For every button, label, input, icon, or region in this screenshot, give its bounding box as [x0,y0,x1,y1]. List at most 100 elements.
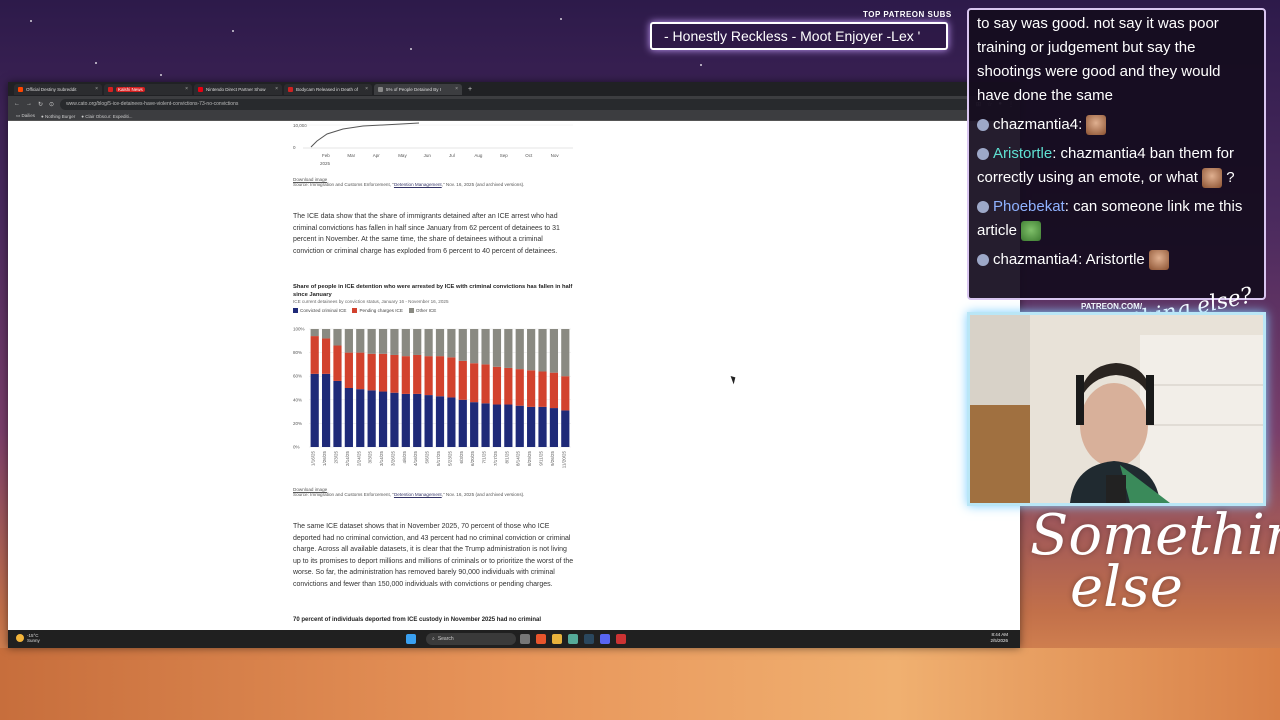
bar-segment-pending-charges-ice [481,364,490,404]
chat-badge-icon [977,148,989,161]
bar-segment-other-ice [401,329,410,357]
bar-segment-pending-charges-ice [435,356,445,397]
new-tab-icon[interactable]: + [468,86,472,93]
bar-segment-other-ice [549,329,559,373]
bar-segment-convicted-criminal-ice [390,392,399,447]
chat-text: Aristortle [1085,251,1149,268]
year-label: 2025 [320,161,331,166]
reload-icon[interactable]: ↻ [38,101,43,108]
bar-segment-other-ice [561,329,570,377]
x-tick-label: 3/26/25 [390,451,395,467]
weather-widget[interactable]: -15°C Sunny [16,633,40,643]
bar-segment-pending-charges-ice [401,356,410,394]
weather-sun-icon [16,634,24,642]
chat-username[interactable]: Phoebekat [993,198,1065,215]
windows-start-icon[interactable] [406,634,416,644]
bar-segment-other-ice [367,329,376,354]
taskbar-search[interactable]: ⌕ Search [426,633,516,645]
windows-taskbar: -15°C Sunny ⌕ Search 8:44 AM 2/5/2026 [8,630,1020,648]
tab-close-icon[interactable]: × [185,86,188,92]
chart-2-legend: Convicted criminal ICE Pending charges IC… [293,308,575,314]
bar-segment-convicted-criminal-ice [378,391,388,447]
chart-2-footer: Download image Source: Immigration and C… [293,487,583,498]
tab-favicon-icon [198,86,203,92]
system-clock[interactable]: 8:44 AM 2/5/2026 [990,632,1008,644]
x-tick-label: 7/17/25 [493,451,498,467]
browser-tab[interactable]: 5% of People Detained By I × [374,83,462,95]
bar-segment-convicted-criminal-ice [458,399,467,447]
bar-segment-other-ice [424,329,433,357]
bar-segment-pending-charges-ice [515,369,524,406]
bar-segment-other-ice [310,329,319,337]
y-label-10000: 10,000 [293,123,307,128]
paragraph-2: The same ICE dataset shows that in Novem… [293,523,574,588]
bar-segment-pending-charges-ice [356,352,365,390]
source-link-2[interactable]: Detention Management [394,492,442,497]
legend-item: Other ICE [408,308,436,314]
task-view-icon[interactable] [520,634,530,644]
site-info-icon[interactable]: ⊙ [49,101,54,108]
bar-segment-convicted-criminal-ice [321,373,331,447]
month-tick-label: May [398,153,407,158]
month-tick-label: Mar [347,153,355,158]
bar-segment-convicted-criminal-ice [515,405,524,447]
x-tick-label: 1/26/25 [322,451,327,467]
steam-icon[interactable] [584,634,594,644]
legend-swatch [408,308,414,314]
bar-segment-convicted-criminal-ice [561,410,570,447]
month-tick-label: Jul [449,153,455,158]
back-icon[interactable]: ← [14,101,20,107]
bar-segment-other-ice [413,329,422,355]
chat-message: chazmantia4: [977,113,1256,137]
discord-icon[interactable] [600,634,610,644]
tab-label: 5% of People Detained By I [386,86,442,92]
chat-username[interactable]: chazmantia4 [993,116,1078,133]
tab-bar: Official Destiny Subreddit × Kalshi News × N… [8,82,1020,96]
bar-segment-convicted-criminal-ice [344,388,353,447]
bar-segment-convicted-criminal-ice [527,406,536,447]
file-explorer-icon[interactable] [552,634,562,644]
bar-segment-other-ice [321,329,331,339]
bar-segment-convicted-criminal-ice [367,390,376,447]
bookmark-nothing-burger[interactable]: ● Nothing Burger [41,114,75,119]
forward-icon[interactable]: → [26,101,32,107]
url-field[interactable]: www.cato.org/blog/5-ice-detainees-have-v… [60,98,970,110]
y-tick-label: 40% [293,397,302,402]
tab-close-icon[interactable]: × [95,86,98,92]
chat-username[interactable]: Aristortle [993,145,1052,162]
bookmark-dailies[interactable]: ▭ Dailies [16,113,35,119]
bookmark-clair-obscur[interactable]: ● Clair Obscur: Expediti... [81,114,132,119]
tab-close-icon[interactable]: × [455,86,458,92]
x-tick-label: 8/29/25 [527,451,532,467]
obs-icon[interactable] [616,634,626,644]
emote-pepe-icon [1021,221,1042,242]
webcam-feed [967,312,1266,506]
bar-segment-other-ice [470,329,479,364]
y-label-0: 0 [293,145,296,150]
source-link[interactable]: Detention Management [394,182,442,187]
top-chart-footer: Download image Source: Immigration and C… [293,177,583,188]
webcam-scene [970,315,1263,503]
browser-tab[interactable]: Kalshi News × [104,83,192,95]
bar-segment-pending-charges-ice [344,352,353,388]
browser-tab[interactable]: Official Destiny Subreddit × [14,83,102,95]
tab-close-icon[interactable]: × [275,86,278,92]
brave-browser-icon[interactable] [536,634,546,644]
browser-tab[interactable]: Nintendo Direct Partner Show × [194,83,282,95]
browser-tab[interactable]: Bodycam Released in Death of × [284,83,372,95]
legend-swatch [293,308,298,314]
tab-close-icon[interactable]: × [365,86,368,92]
bar-segment-pending-charges-ice [321,338,331,374]
bar-segment-other-ice [390,329,399,355]
chat-badge-icon [977,254,989,267]
bar-segment-other-ice [333,329,342,346]
x-tick-label: 4/16/25 [413,451,418,467]
chart-2-source: Source: Immigration and Customs Enforcem… [293,492,525,497]
app-icon[interactable] [568,634,578,644]
x-tick-label: 2/14/25 [345,451,350,467]
emote-face-icon [1202,168,1223,189]
x-tick-label: 2/24/25 [356,451,361,467]
bar-segment-pending-charges-ice [470,363,479,403]
chat-username[interactable]: chazmantia4 [993,251,1078,268]
bar-segment-other-ice [458,329,467,361]
